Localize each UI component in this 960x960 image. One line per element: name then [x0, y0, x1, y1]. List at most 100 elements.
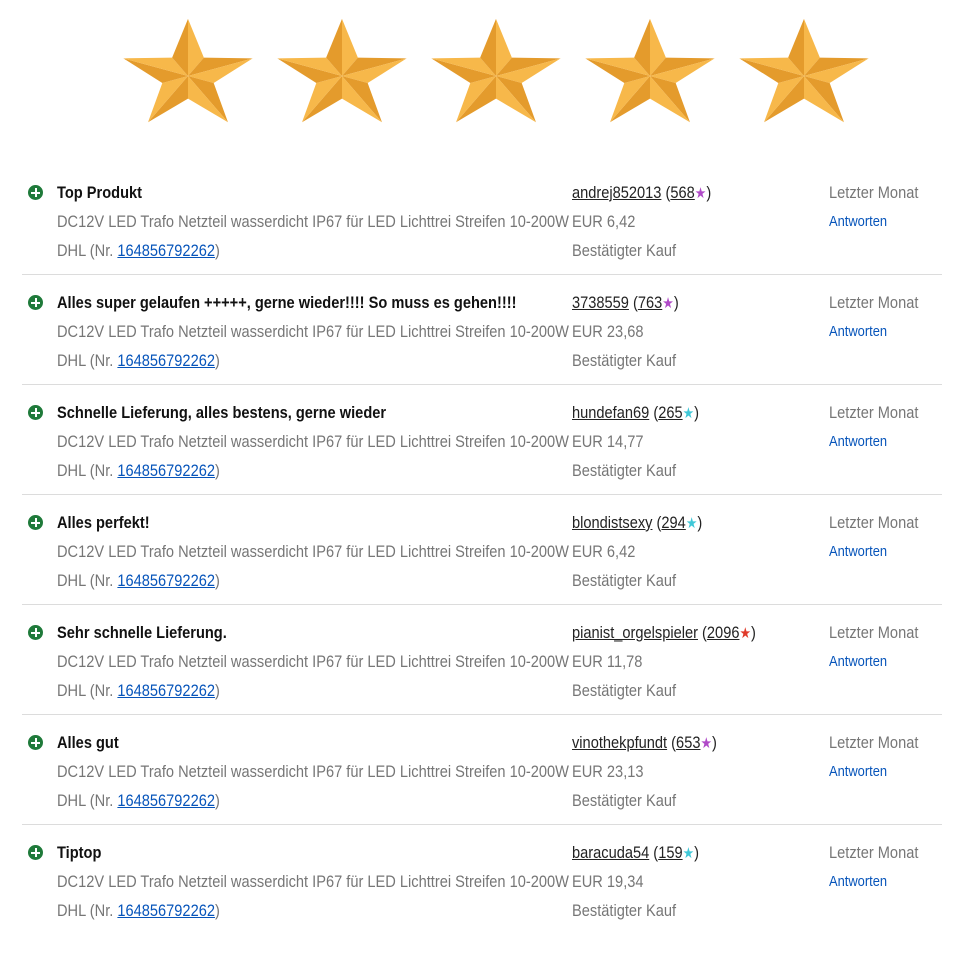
feedback-star-icon: ★: [685, 515, 698, 532]
reply-link[interactable]: Antworten: [829, 651, 932, 680]
order-info: DHL (Nr. 164856792262): [57, 790, 504, 819]
order-number-link[interactable]: 164856792262: [117, 681, 215, 700]
feedback-row: Tiptop DC12V LED Trafo Netzteil wasserdi…: [22, 825, 942, 935]
rating-star-icon: [123, 18, 253, 123]
feedback-time: Letzter Monat: [829, 293, 919, 312]
feedback-row: Alles super gelaufen +++++, gerne wieder…: [22, 275, 942, 385]
item-title: DC12V LED Trafo Netzteil wasserdicht IP6…: [57, 212, 569, 231]
feedback-title: Top Produkt: [57, 183, 143, 202]
verified-purchase: Bestätigter Kauf: [572, 681, 677, 700]
feedback-score-link[interactable]: 2096: [707, 623, 740, 642]
feedback-time: Letzter Monat: [829, 403, 919, 422]
plus-circle-icon: [28, 625, 43, 640]
rating-star-icon: [585, 18, 715, 123]
item-price: EUR 23,68: [572, 322, 644, 341]
buyer-username-link[interactable]: hundefan69: [572, 403, 649, 422]
buyer-info: pianist_orgelspieler (2096★) EUR 11,78 B…: [572, 622, 812, 709]
plus-circle-icon: [28, 295, 43, 310]
order-number-link[interactable]: 164856792262: [117, 461, 215, 480]
buyer-info: 3738559 (763★) EUR 23,68 Bestätigter Kau…: [572, 292, 812, 379]
order-info: DHL (Nr. 164856792262): [57, 680, 504, 709]
feedback-meta: Letzter Monat Antworten: [829, 512, 949, 570]
order-prefix: DHL (Nr.: [57, 461, 118, 480]
feedback-time: Letzter Monat: [829, 183, 919, 202]
buyer-info: baracuda54 (159★) EUR 19,34 Bestätigter …: [572, 842, 812, 929]
feedback-time: Letzter Monat: [829, 843, 919, 862]
order-number-link[interactable]: 164856792262: [117, 241, 215, 260]
feedback-star-icon: ★: [694, 185, 707, 202]
order-suffix: ): [214, 461, 220, 480]
reply-link[interactable]: Antworten: [829, 541, 932, 570]
verified-purchase: Bestätigter Kauf: [572, 571, 677, 590]
verified-purchase: Bestätigter Kauf: [572, 351, 677, 370]
feedback-score-link[interactable]: 294: [661, 513, 685, 532]
buyer-username-link[interactable]: pianist_orgelspieler: [572, 623, 698, 642]
feedback-row: Alles gut DC12V LED Trafo Netzteil wasse…: [22, 715, 942, 825]
reply-link[interactable]: Antworten: [829, 321, 932, 350]
feedback-content: Sehr schnelle Lieferung. DC12V LED Trafo…: [57, 622, 577, 709]
item-price: EUR 14,77: [572, 432, 644, 451]
feedback-title: Tiptop: [57, 843, 102, 862]
reply-link[interactable]: Antworten: [829, 211, 932, 240]
item-price: EUR 19,34: [572, 872, 644, 891]
buyer-info: vinothekpfundt (653★) EUR 23,13 Bestätig…: [572, 732, 812, 819]
item-title: DC12V LED Trafo Netzteil wasserdicht IP6…: [57, 762, 569, 781]
feedback-score-link[interactable]: 159: [658, 843, 682, 862]
reply-link[interactable]: Antworten: [829, 871, 932, 900]
feedback-list: Top Produkt DC12V LED Trafo Netzteil was…: [22, 165, 942, 935]
buyer-username-link[interactable]: vinothekpfundt: [572, 733, 667, 752]
order-prefix: DHL (Nr.: [57, 901, 118, 920]
order-number-link[interactable]: 164856792262: [117, 901, 215, 920]
plus-circle-icon: [28, 405, 43, 420]
feedback-content: Alles perfekt! DC12V LED Trafo Netzteil …: [57, 512, 577, 599]
plus-circle-icon: [28, 735, 43, 750]
order-prefix: DHL (Nr.: [57, 681, 118, 700]
item-price: EUR 11,78: [572, 652, 643, 671]
feedback-title: Alles gut: [57, 733, 119, 752]
order-suffix: ): [214, 351, 220, 370]
order-number-link[interactable]: 164856792262: [117, 351, 215, 370]
order-prefix: DHL (Nr.: [57, 571, 118, 590]
order-prefix: DHL (Nr.: [57, 791, 118, 810]
feedback-meta: Letzter Monat Antworten: [829, 292, 949, 350]
feedback-title: Sehr schnelle Lieferung.: [57, 623, 227, 642]
reply-link[interactable]: Antworten: [829, 761, 932, 790]
buyer-info: blondistsexy (294★) EUR 6,42 Bestätigter…: [572, 512, 812, 599]
item-title: DC12V LED Trafo Netzteil wasserdicht IP6…: [57, 432, 569, 451]
order-number-link[interactable]: 164856792262: [117, 791, 215, 810]
feedback-title: Alles super gelaufen +++++, gerne wieder…: [57, 293, 517, 312]
plus-circle-icon: [28, 515, 43, 530]
plus-circle-icon: [28, 185, 43, 200]
buyer-username-link[interactable]: andrej852013: [572, 183, 661, 202]
feedback-star-icon: ★: [662, 295, 674, 312]
feedback-row: Alles perfekt! DC12V LED Trafo Netzteil …: [22, 495, 942, 605]
rating-star-icon: [431, 18, 561, 123]
buyer-username-link[interactable]: 3738559: [572, 293, 629, 312]
verified-purchase: Bestätigter Kauf: [572, 461, 677, 480]
buyer-username-link[interactable]: blondistsexy: [572, 513, 652, 532]
feedback-meta: Letzter Monat Antworten: [829, 732, 949, 790]
feedback-time: Letzter Monat: [829, 623, 919, 642]
plus-circle-icon: [28, 845, 43, 860]
order-number-link[interactable]: 164856792262: [117, 571, 215, 590]
feedback-score-link[interactable]: 265: [658, 403, 682, 422]
feedback-title: Alles perfekt!: [57, 513, 150, 532]
feedback-star-icon: ★: [739, 625, 752, 642]
feedback-star-icon: ★: [682, 845, 695, 862]
feedback-score-link[interactable]: 653: [676, 733, 700, 752]
feedback-time: Letzter Monat: [829, 733, 919, 752]
order-suffix: ): [214, 571, 220, 590]
order-suffix: ): [214, 241, 220, 260]
verified-purchase: Bestätigter Kauf: [572, 901, 677, 920]
buyer-username-link[interactable]: baracuda54: [572, 843, 649, 862]
buyer-line: 3738559 (763★): [572, 292, 778, 321]
item-price: EUR 23,13: [572, 762, 644, 781]
feedback-content: Top Produkt DC12V LED Trafo Netzteil was…: [57, 182, 577, 269]
feedback-score-link[interactable]: 763: [638, 293, 662, 312]
feedback-star-icon: ★: [682, 405, 695, 422]
reply-link[interactable]: Antworten: [829, 431, 932, 460]
item-title: DC12V LED Trafo Netzteil wasserdicht IP6…: [57, 652, 569, 671]
feedback-title: Schnelle Lieferung, alles bestens, gerne…: [57, 403, 387, 422]
feedback-score-link[interactable]: 568: [670, 183, 694, 202]
feedback-content: Tiptop DC12V LED Trafo Netzteil wasserdi…: [57, 842, 577, 929]
